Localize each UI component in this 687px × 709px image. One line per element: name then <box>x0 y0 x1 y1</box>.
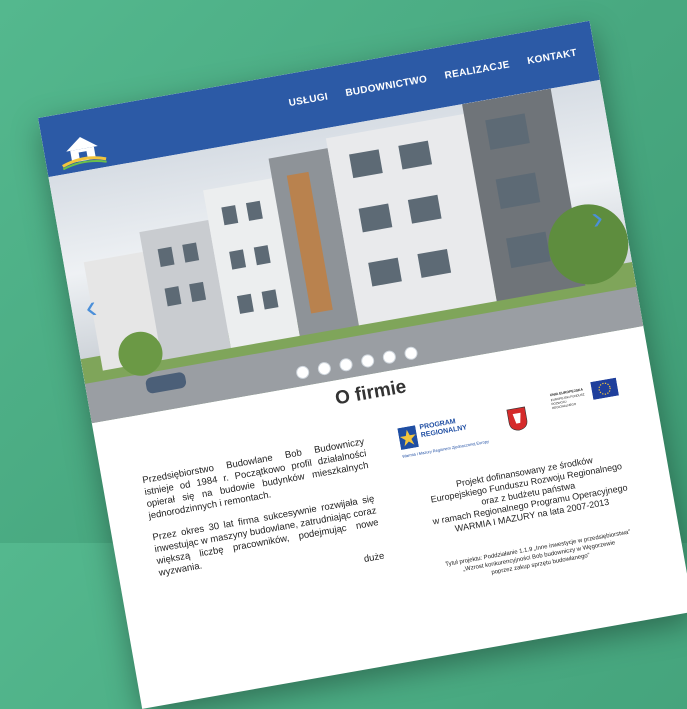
nav-item-realizacje[interactable]: REALIZACJE <box>444 59 511 81</box>
slide-dot[interactable] <box>295 364 311 380</box>
slide-dot[interactable] <box>360 353 376 369</box>
program-star-icon <box>397 425 419 450</box>
slide-dot[interactable] <box>381 349 397 365</box>
program-logo-caption: Warmia i Mazury Regionem Zjednoczonej Eu… <box>401 438 490 459</box>
about-text: Przedsiębiorstwo Budowlane Bob Budownicz… <box>142 436 388 611</box>
program-regionalny-logo: PROGRAM REGIONALNY Warmia i Mazury Regio… <box>397 412 494 463</box>
eu-flag-icon <box>590 377 619 400</box>
house-logo-icon[interactable] <box>56 129 109 171</box>
website-page: USŁUGI BUDOWNICTWO REALIZACJE KONTAKT ‹ … <box>38 20 687 709</box>
slide-dot[interactable] <box>338 357 354 373</box>
nav-item-budownictwo[interactable]: BUDOWNICTWO <box>345 74 428 99</box>
slide-dot[interactable] <box>316 361 332 377</box>
eu-logo: UNIA EUROPEJSKA EUROPEJSKI FUNDUSZ ROZWO… <box>549 375 623 419</box>
project-title-line: „Wzrost konkurencyjności Bob budowniczy … <box>462 540 616 573</box>
slide-dot[interactable] <box>403 345 419 361</box>
funding-panel: PROGRAM REGIONALNY Warmia i Mazury Regio… <box>395 374 657 589</box>
nav-item-kontakt[interactable]: KONTAKT <box>526 48 577 68</box>
warmia-mazury-crest-icon <box>506 406 528 431</box>
nav-item-uslugi[interactable]: USŁUGI <box>288 91 329 109</box>
